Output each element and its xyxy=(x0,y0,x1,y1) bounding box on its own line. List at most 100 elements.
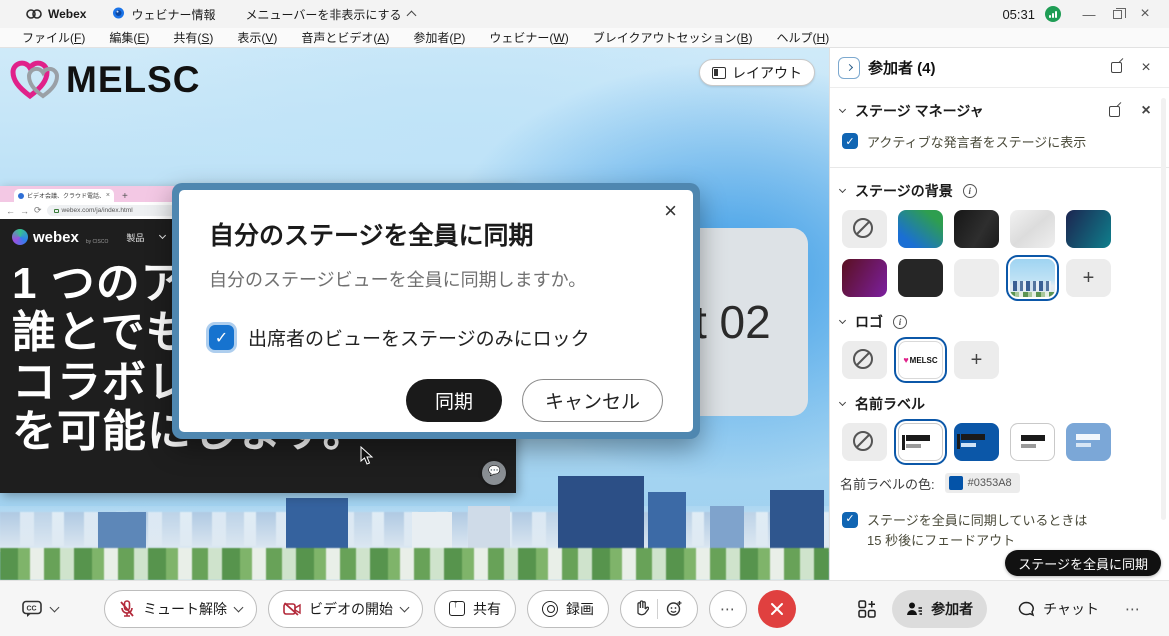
name-label-color-row: 名前ラベルの色: #0353A8 xyxy=(830,473,1169,493)
hide-menubar-button[interactable]: メニューバーを非表示にする xyxy=(245,6,414,23)
close-x-icon xyxy=(770,602,784,616)
panel-popout-button[interactable] xyxy=(1105,57,1127,79)
participants-toggle-button[interactable]: 参加者 xyxy=(892,590,987,628)
share-button[interactable]: 共有 xyxy=(434,590,516,628)
background-swatch-none[interactable] xyxy=(842,210,887,248)
stage-manager-popout-button[interactable] xyxy=(1103,100,1125,122)
stage-background-city xyxy=(0,488,829,580)
back-icon[interactable]: ← xyxy=(6,206,15,216)
lock-view-checkbox[interactable]: ✓ xyxy=(209,325,234,350)
name-label-swatch-none[interactable] xyxy=(842,423,887,461)
melsc-heart-icon xyxy=(10,56,62,104)
dialog-close-icon[interactable]: × xyxy=(664,200,677,222)
more-options-button[interactable]: ⋯ xyxy=(709,590,747,628)
name-label-style-2[interactable] xyxy=(954,423,999,461)
closed-captions-button[interactable]: CC xyxy=(22,600,58,618)
webinar-info-button[interactable]: ウェビナー情報 xyxy=(112,6,215,23)
background-swatch-light[interactable] xyxy=(1010,210,1055,248)
background-swatch-green-gradient[interactable] xyxy=(898,210,943,248)
record-icon xyxy=(542,601,558,617)
active-speaker-checkbox-row[interactable]: ✓ アクティブな発言者をステージに表示 xyxy=(830,126,1169,159)
sync-stage-to-all-button[interactable]: ステージを全員に同期 xyxy=(1005,550,1161,576)
panel-header: 参加者 (4) × xyxy=(830,48,1169,88)
chevron-down-icon xyxy=(159,232,166,239)
meeting-time: 05:31 xyxy=(1002,7,1035,22)
chat-button[interactable]: チャット xyxy=(1008,590,1109,628)
tab-close-icon[interactable]: × xyxy=(106,192,110,199)
logo-swatch-none[interactable] xyxy=(842,341,887,379)
webex-window: Webex ウェビナー情報 メニューバーを非表示にする 05:31 — × ファ… xyxy=(0,0,1169,636)
site-chat-widget[interactable] xyxy=(482,461,506,485)
menu-item-help[interactable]: ヘルプ(H) xyxy=(765,28,842,47)
stage-manager-close-button[interactable]: × xyxy=(1135,100,1157,122)
menu-item-audio-video[interactable]: 音声とビデオ(A) xyxy=(289,28,401,47)
menubar: ファイル(F) 編集(E) 共有(S) 表示(V) 音声とビデオ(A) 参加者(… xyxy=(0,28,1169,48)
leave-meeting-button[interactable] xyxy=(758,590,796,628)
start-video-button[interactable]: ビデオの開始 xyxy=(268,590,423,628)
name-label-color-picker[interactable]: #0353A8 xyxy=(945,473,1020,493)
control-bar: CC ミュート解除 ビデオの開始 共有 xyxy=(0,580,1169,636)
share-icon xyxy=(449,601,465,616)
active-speaker-checkbox[interactable]: ✓ xyxy=(842,133,858,149)
cancel-button[interactable]: キャンセル xyxy=(522,379,663,422)
sync-stage-dialog: × 自分のステージを全員に同期 自分のステージビューを全員に同期しますか。 ✓ … xyxy=(172,183,700,439)
name-label-style-4[interactable] xyxy=(1066,423,1111,461)
site-nav-products[interactable]: 製品 xyxy=(126,231,144,244)
popout-icon xyxy=(1109,106,1120,117)
browser-tab[interactable]: ビデオ会議、クラウド電話、画面共有 × xyxy=(14,189,114,202)
menu-item-file[interactable]: ファイル(F) xyxy=(10,28,97,47)
logo-swatch-melsc-selected[interactable]: ♥ MELSC xyxy=(898,341,943,379)
add-logo-button[interactable]: + xyxy=(954,341,999,379)
reload-icon[interactable]: ⟳ xyxy=(34,205,42,216)
restore-button[interactable] xyxy=(1103,3,1131,25)
name-label-style-1-selected[interactable] xyxy=(898,423,943,461)
badge-icon xyxy=(112,7,125,21)
panel-close-button[interactable]: × xyxy=(1135,57,1157,79)
fade-checkbox[interactable]: ✓ xyxy=(842,512,858,528)
menu-item-view[interactable]: 表示(V) xyxy=(225,28,289,47)
stage-background-header[interactable]: ステージの背景 i xyxy=(830,176,1169,206)
logo-header[interactable]: ロゴ i xyxy=(830,307,1169,337)
info-icon[interactable]: i xyxy=(893,315,907,329)
background-swatch-black[interactable] xyxy=(898,259,943,297)
background-swatch-dark[interactable] xyxy=(954,210,999,248)
new-tab-button[interactable]: + xyxy=(122,191,128,202)
panel-expand-button[interactable] xyxy=(838,57,860,79)
record-button[interactable]: 録画 xyxy=(527,590,609,628)
background-swatch-purple-gradient[interactable] xyxy=(842,259,887,297)
layout-button[interactable]: レイアウト xyxy=(699,59,815,86)
background-swatch-teal-gradient[interactable] xyxy=(1066,210,1111,248)
mouse-cursor xyxy=(360,446,374,466)
background-swatch-city-selected[interactable] xyxy=(1010,259,1055,297)
divider xyxy=(830,167,1169,168)
name-label-header[interactable]: 名前ラベル xyxy=(830,389,1169,419)
background-swatch-gray[interactable] xyxy=(954,259,999,297)
forward-icon[interactable]: → xyxy=(20,206,29,216)
reactions-button[interactable] xyxy=(620,590,698,628)
menu-item-edit[interactable]: 編集(E) xyxy=(97,28,161,47)
unmute-button[interactable]: ミュート解除 xyxy=(104,590,257,628)
webex-site-brand: webex xyxy=(33,230,79,245)
chevron-down-icon xyxy=(400,602,410,612)
minimize-button[interactable]: — xyxy=(1075,3,1103,25)
chat-label: チャット xyxy=(1043,599,1099,619)
participants-panel: 参加者 (4) × ステージ マネージャ × ✓ アクティブな発言者をステージに… xyxy=(829,48,1169,580)
panel-scrollbar[interactable] xyxy=(1161,98,1166,520)
menu-item-webinar[interactable]: ウェビナー(W) xyxy=(477,28,580,47)
close-window-button[interactable]: × xyxy=(1131,3,1159,25)
more-panels-button[interactable]: ⋯ xyxy=(1119,600,1147,618)
name-label-style-3[interactable] xyxy=(1010,423,1055,461)
add-background-button[interactable]: + xyxy=(1066,259,1111,297)
menu-item-breakout[interactable]: ブレイクアウトセッション(B) xyxy=(581,28,765,47)
chevron-down-icon xyxy=(839,317,846,324)
info-icon[interactable]: i xyxy=(963,184,977,198)
name-label-color-label: 名前ラベルの色: xyxy=(840,474,935,493)
name-label-color-value: #0353A8 xyxy=(968,477,1012,489)
hide-menubar-label: メニューバーを非表示にする xyxy=(245,6,401,23)
menu-item-share[interactable]: 共有(S) xyxy=(161,28,225,47)
apps-button[interactable] xyxy=(852,598,882,620)
stage-manager-header[interactable]: ステージ マネージャ × xyxy=(830,96,1169,126)
connection-quality-icon[interactable] xyxy=(1045,6,1061,22)
sync-button[interactable]: 同期 xyxy=(406,379,502,422)
menu-item-participants[interactable]: 参加者(P) xyxy=(401,28,477,47)
